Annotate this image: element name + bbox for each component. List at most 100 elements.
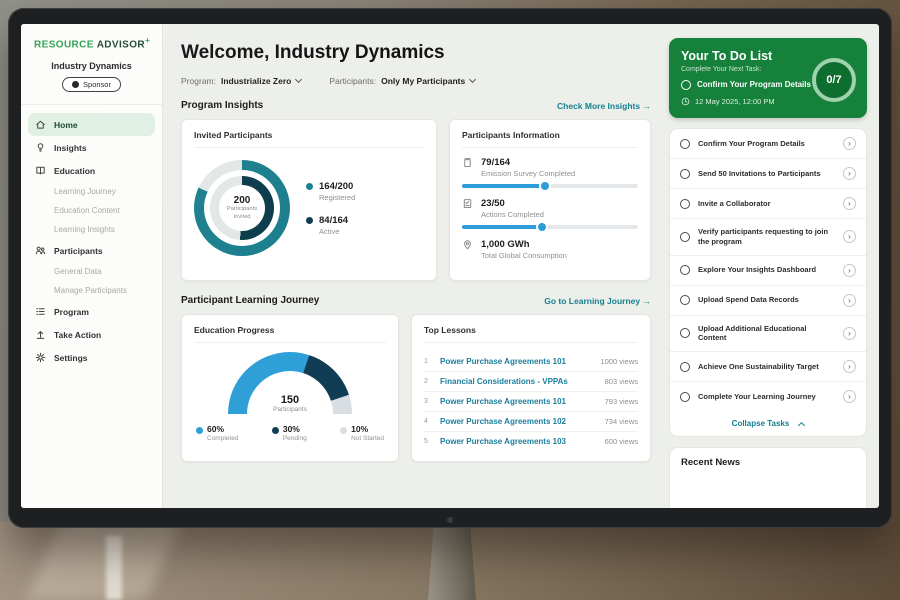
check-more-insights-link[interactable]: Check More Insights →: [557, 101, 651, 111]
sidebar-item-manage-participants[interactable]: Manage Participants: [21, 281, 162, 300]
lesson-rank: 3: [424, 398, 432, 405]
logo-plus: +: [145, 36, 150, 45]
chevron-right-icon[interactable]: ›: [843, 197, 856, 210]
sidebar-item-participants[interactable]: Participants: [21, 239, 162, 262]
chevron-right-icon[interactable]: ›: [843, 230, 856, 243]
lesson-title-link[interactable]: Financial Considerations - VPPAs: [440, 377, 597, 386]
info-label: Actions Completed: [481, 210, 544, 219]
task-row[interactable]: Send 50 Invitations to Participants ›: [670, 159, 866, 189]
sidebar-item-label: Learning Insights: [54, 225, 115, 234]
chevron-right-icon[interactable]: ›: [843, 360, 856, 373]
sidebar-item-education[interactable]: Education: [21, 159, 162, 182]
checkbox-circle-icon[interactable]: [680, 265, 690, 275]
info-value: 1,000 GWh: [481, 239, 567, 250]
sidebar-item-insights[interactable]: Insights: [21, 136, 162, 159]
sidebar-nav: Home Insights Education Learning Journey: [21, 104, 162, 369]
lesson-row: 4 Power Purchase Agreements 102 734 view…: [424, 412, 638, 432]
monitor-bezel: RESOURCE ADVISOR+ Industry Dynamics Spon…: [8, 8, 892, 528]
sidebar-item-label: Settings: [54, 353, 88, 363]
sidebar-item-education-content[interactable]: Education Content: [21, 201, 162, 220]
legend-value: 10%: [351, 424, 368, 434]
legend-item: 164/200 Registered: [306, 181, 355, 202]
chevron-right-icon[interactable]: ›: [843, 390, 856, 403]
list-icon: [35, 306, 46, 317]
chevron-right-icon[interactable]: ›: [843, 327, 856, 340]
task-row[interactable]: Verify participants requesting to join t…: [670, 219, 866, 256]
sidebar-item-general-data[interactable]: General Data: [21, 262, 162, 281]
sidebar-item-learning-journey[interactable]: Learning Journey: [21, 182, 162, 201]
dashboard-screen: RESOURCE ADVISOR+ Industry Dynamics Spon…: [21, 24, 879, 508]
task-row[interactable]: Invite a Collaborator ›: [670, 189, 866, 219]
lesson-title-link[interactable]: Power Purchase Agreements 101: [440, 357, 592, 366]
gauge-center: 150 Participants: [228, 394, 352, 413]
chevron-right-icon[interactable]: ›: [843, 294, 856, 307]
info-value: 79/164: [481, 157, 575, 168]
chevron-right-icon[interactable]: ›: [843, 264, 856, 277]
sidebar-item-label: Education Content: [54, 206, 120, 215]
task-row[interactable]: Complete Your Learning Journey ›: [670, 382, 866, 411]
arrow-right-icon: →: [643, 296, 652, 306]
arrow-right-icon: →: [643, 101, 652, 111]
task-row[interactable]: Confirm Your Program Details ›: [670, 129, 866, 159]
checkbox-circle-icon[interactable]: [681, 80, 691, 90]
todo-next-task[interactable]: Confirm Your Program Details: [681, 80, 819, 90]
checkbox-circle-icon[interactable]: [680, 295, 690, 305]
sidebar-item-take-action[interactable]: Take Action: [21, 323, 162, 346]
task-row[interactable]: Upload Additional Educational Content ›: [670, 316, 866, 353]
checkbox-circle-icon[interactable]: [680, 199, 690, 209]
lesson-title-link[interactable]: Power Purchase Agreements 102: [440, 417, 597, 426]
collapse-tasks-button[interactable]: Collapse Tasks: [670, 411, 866, 436]
todo-header-card: Your To Do List Complete Your Next Task:…: [669, 38, 867, 118]
info-item-consumption: 1,000 GWh Total Global Consumption: [462, 239, 638, 260]
checkbox-circle-icon[interactable]: [680, 328, 690, 338]
legend-value: 164/200: [319, 181, 355, 192]
lesson-title-link[interactable]: Power Purchase Agreements 103: [440, 437, 597, 446]
app-logo: RESOURCE ADVISOR+: [21, 36, 162, 50]
gauge-legend: 60% Completed 30% Pending: [194, 424, 386, 442]
task-row[interactable]: Explore Your Insights Dashboard ›: [670, 256, 866, 286]
chevron-right-icon[interactable]: ›: [843, 137, 856, 150]
sidebar-item-label: Home: [54, 120, 78, 130]
legend-value: 84/164: [319, 215, 348, 226]
legend-item: 10% Not Started: [340, 424, 384, 442]
task-label: Achieve One Sustainability Target: [698, 362, 835, 372]
link-label: Check More Insights: [557, 101, 640, 111]
task-row[interactable]: Achieve One Sustainability Target ›: [670, 352, 866, 382]
task-row[interactable]: Upload Spend Data Records ›: [670, 286, 866, 316]
sidebar-item-learning-insights[interactable]: Learning Insights: [21, 220, 162, 239]
program-filter[interactable]: Program: Industrialize Zero: [181, 76, 301, 86]
checkbox-circle-icon[interactable]: [680, 169, 690, 179]
sidebar-item-settings[interactable]: Settings: [21, 346, 162, 369]
donut-legend: 164/200 Registered 84/164 Active: [306, 181, 355, 236]
location-pin-icon: [462, 239, 473, 260]
sponsor-badge[interactable]: Sponsor: [62, 77, 121, 92]
legend-label: Registered: [319, 193, 355, 202]
chevron-down-icon: [469, 76, 476, 83]
lesson-rank: 5: [424, 438, 432, 445]
checkbox-circle-icon[interactable]: [680, 362, 690, 372]
checkbox-circle-icon[interactable]: [680, 139, 690, 149]
section-title: Participant Learning Journey: [181, 295, 319, 306]
chevron-down-icon: [295, 76, 302, 83]
recent-news-card: Recent News: [669, 447, 867, 508]
lesson-title-link[interactable]: Power Purchase Agreements 101: [440, 397, 597, 406]
lesson-views: 1000 views: [600, 357, 638, 366]
checkbox-circle-icon[interactable]: [680, 392, 690, 402]
info-label: Emission Survey Completed: [481, 169, 575, 178]
go-to-learning-journey-link[interactable]: Go to Learning Journey →: [544, 296, 651, 306]
info-label: Total Global Consumption: [481, 251, 567, 260]
sidebar-item-label: Program: [54, 307, 89, 317]
sidebar-item-label: Manage Participants: [54, 286, 127, 295]
sidebar-item-program[interactable]: Program: [21, 300, 162, 323]
sidebar-item-home[interactable]: Home: [28, 113, 155, 136]
lesson-views: 600 views: [605, 437, 638, 446]
participants-filter[interactable]: Participants: Only My Participants: [329, 76, 475, 86]
education-gauge-chart: 150 Participants: [228, 352, 352, 414]
lesson-views: 734 views: [605, 417, 638, 426]
checkbox-circle-icon[interactable]: [680, 232, 690, 242]
legend-dot: [196, 427, 203, 434]
progress-bar: [462, 184, 638, 188]
chevron-right-icon[interactable]: ›: [843, 167, 856, 180]
legend-value: 60%: [207, 424, 224, 434]
filters-row: Program: Industrialize Zero Participants…: [181, 76, 651, 86]
